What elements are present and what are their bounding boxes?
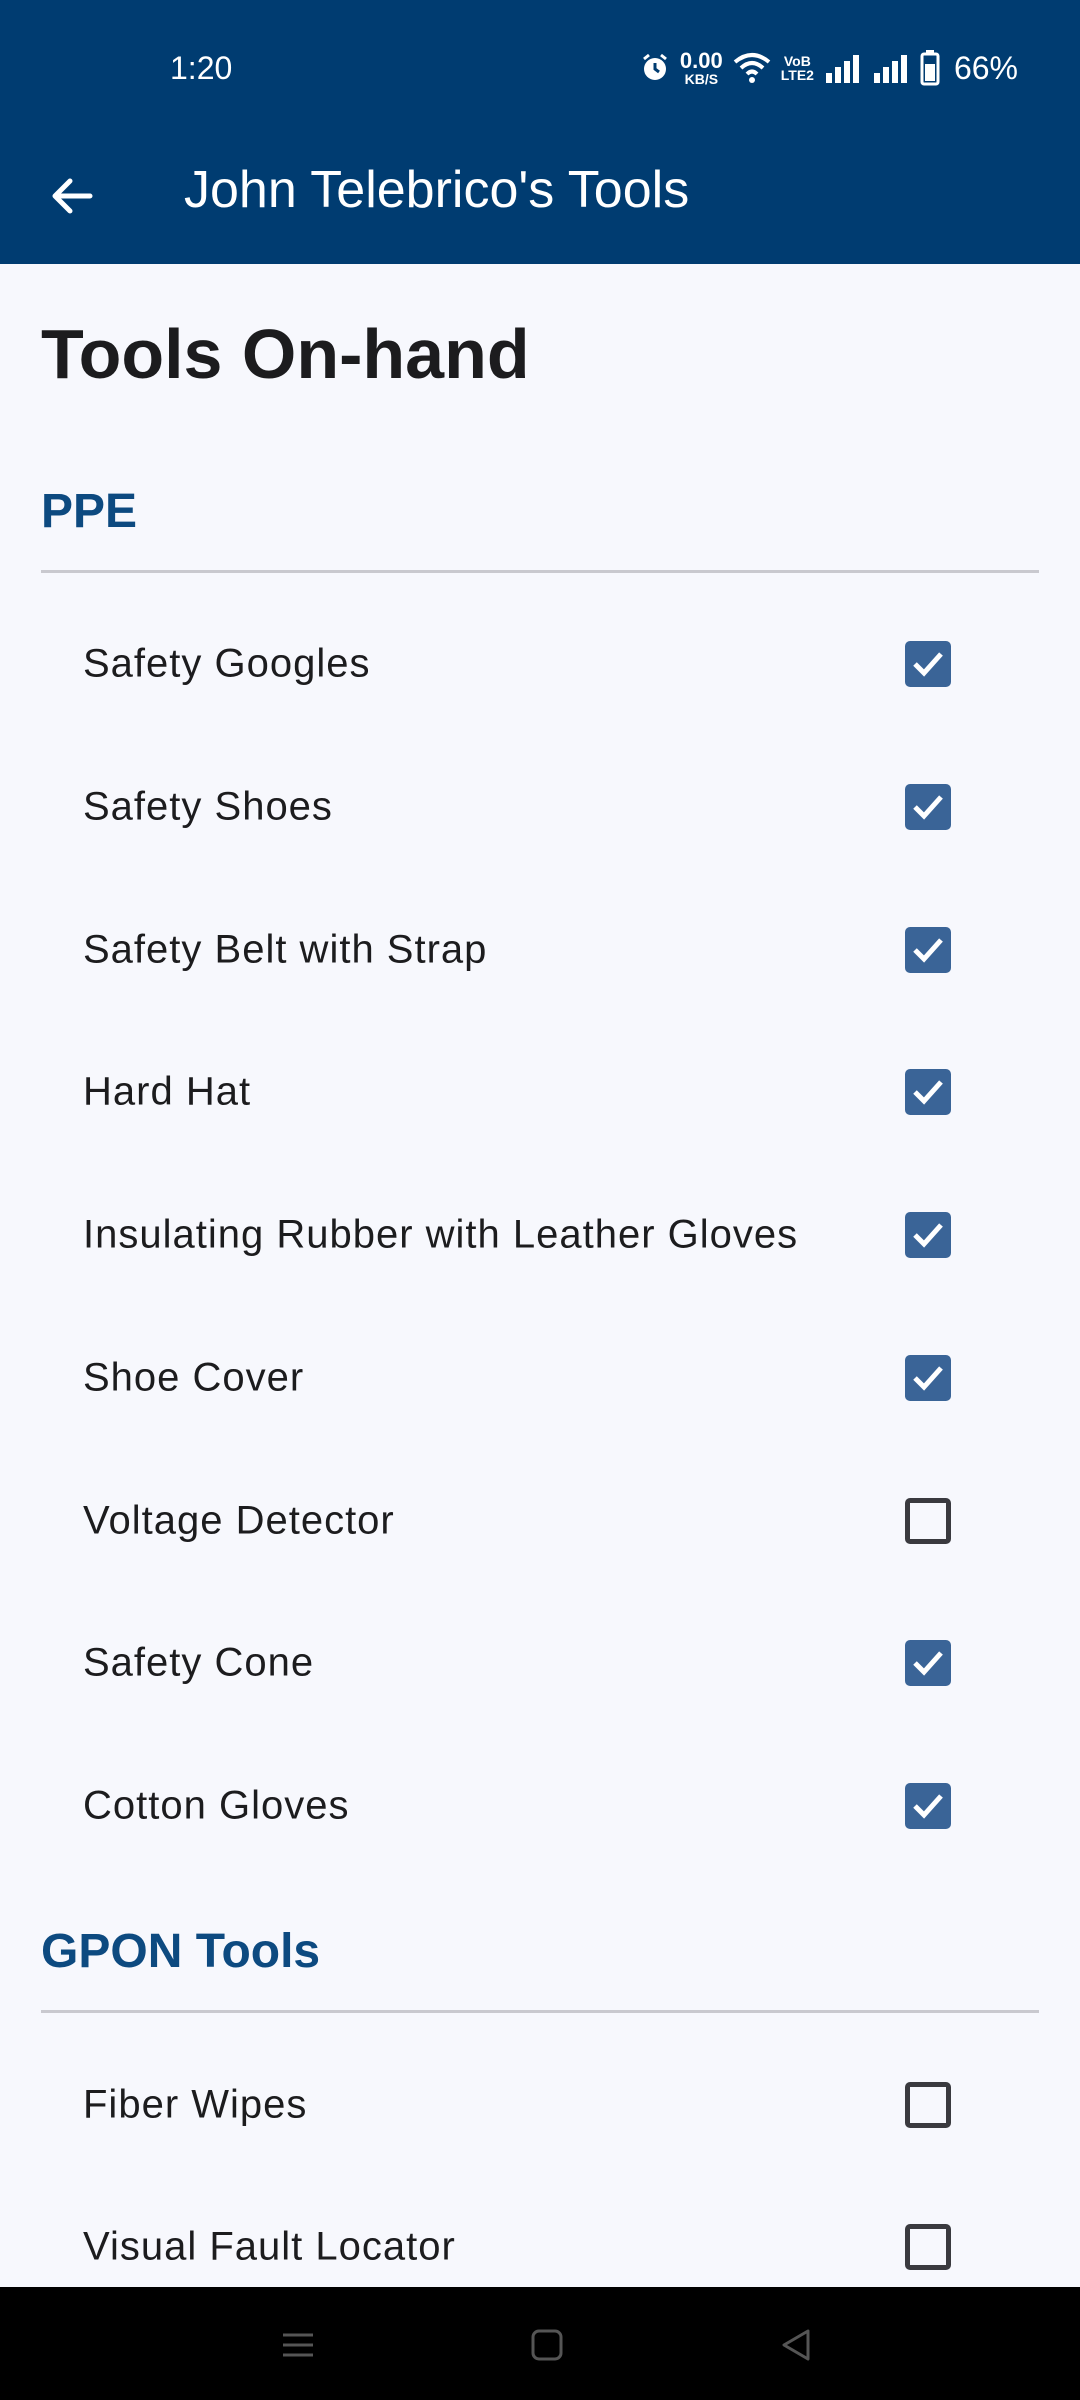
back-triangle-icon — [782, 2329, 810, 2361]
check-icon — [913, 1080, 943, 1105]
checkbox[interactable] — [905, 1355, 951, 1401]
checkbox[interactable] — [905, 1069, 951, 1115]
checkbox[interactable] — [905, 1212, 951, 1258]
item-label: Hard Hat — [83, 1069, 252, 1114]
list-item[interactable]: Safety Belt with Strap — [41, 885, 1039, 1015]
section-divider — [41, 2010, 1039, 2013]
wifi-icon — [733, 52, 771, 84]
page-title: Tools On-hand — [41, 315, 530, 393]
signal-icon — [872, 53, 910, 83]
item-label: Safety Belt with Strap — [83, 927, 488, 972]
checkbox[interactable] — [905, 1498, 951, 1544]
item-label: Insulating Rubber with Leather Gloves — [83, 1212, 799, 1257]
battery-percent: 66% — [953, 49, 1018, 86]
list-item[interactable]: Safety Shoes — [41, 742, 1039, 872]
item-label: Safety Cone — [83, 1640, 315, 1685]
item-label: Safety Shoes — [83, 784, 333, 829]
check-icon — [913, 795, 943, 820]
home-icon — [531, 2329, 563, 2361]
list-item[interactable]: Voltage Detector — [41, 1456, 1039, 1586]
list-item[interactable]: Safety Googles — [41, 599, 1039, 729]
checkbox[interactable] — [905, 641, 951, 687]
app-bar: 1:20 0.00 KB/S VoB LTE2 66% John Telebri… — [0, 0, 1080, 264]
signal-icon — [824, 53, 862, 83]
checkbox[interactable] — [905, 1783, 951, 1829]
arrow-left-icon — [52, 178, 93, 214]
home-button[interactable] — [517, 2315, 577, 2375]
app-title: John Telebrico's Tools — [184, 161, 690, 219]
check-icon — [913, 1651, 943, 1676]
list-item[interactable]: Cotton Gloves — [41, 1741, 1039, 1871]
check-icon — [913, 938, 943, 963]
checkbox[interactable] — [905, 2224, 951, 2270]
back-button[interactable] — [36, 160, 108, 232]
recents-button[interactable] — [268, 2315, 328, 2375]
item-label: Voltage Detector — [83, 1498, 395, 1543]
check-icon — [913, 1223, 943, 1248]
item-label: Shoe Cover — [83, 1355, 305, 1400]
list-item[interactable]: Hard Hat — [41, 1027, 1039, 1157]
system-nav-bar — [0, 2287, 1080, 2400]
menu-icon — [283, 2333, 313, 2357]
volte-indicator: VoB LTE2 — [780, 53, 814, 83]
checkbox[interactable] — [905, 927, 951, 973]
check-icon — [913, 1366, 943, 1391]
check-icon — [913, 1794, 943, 1819]
list-item[interactable]: Shoe Cover — [41, 1313, 1039, 1443]
battery-icon — [920, 50, 940, 86]
checkbox[interactable] — [905, 2082, 951, 2128]
item-label: Visual Fault Locator — [83, 2224, 456, 2269]
checkbox[interactable] — [905, 784, 951, 830]
list-item[interactable]: Insulating Rubber with Leather Gloves — [41, 1170, 1039, 1300]
item-label: Cotton Gloves — [83, 1783, 350, 1828]
checkbox[interactable] — [905, 1640, 951, 1686]
list-item[interactable]: Fiber Wipes — [41, 2040, 1039, 2170]
item-label: Fiber Wipes — [83, 2082, 308, 2127]
section-header-ppe: PPE — [41, 485, 138, 538]
alarm-icon — [640, 53, 670, 83]
check-icon — [913, 652, 943, 677]
item-label: Safety Googles — [83, 641, 371, 686]
status-icons: 0.00 KB/S VoB LTE2 66% — [640, 46, 1018, 90]
net-speed: 0.00 KB/S — [679, 48, 723, 87]
section-header-gpon-tools: GPON Tools — [41, 1925, 321, 1978]
back-nav-button[interactable] — [766, 2315, 826, 2375]
status-time: 1:20 — [170, 50, 233, 86]
section-divider — [41, 570, 1039, 573]
list-item[interactable]: Safety Cone — [41, 1598, 1039, 1728]
